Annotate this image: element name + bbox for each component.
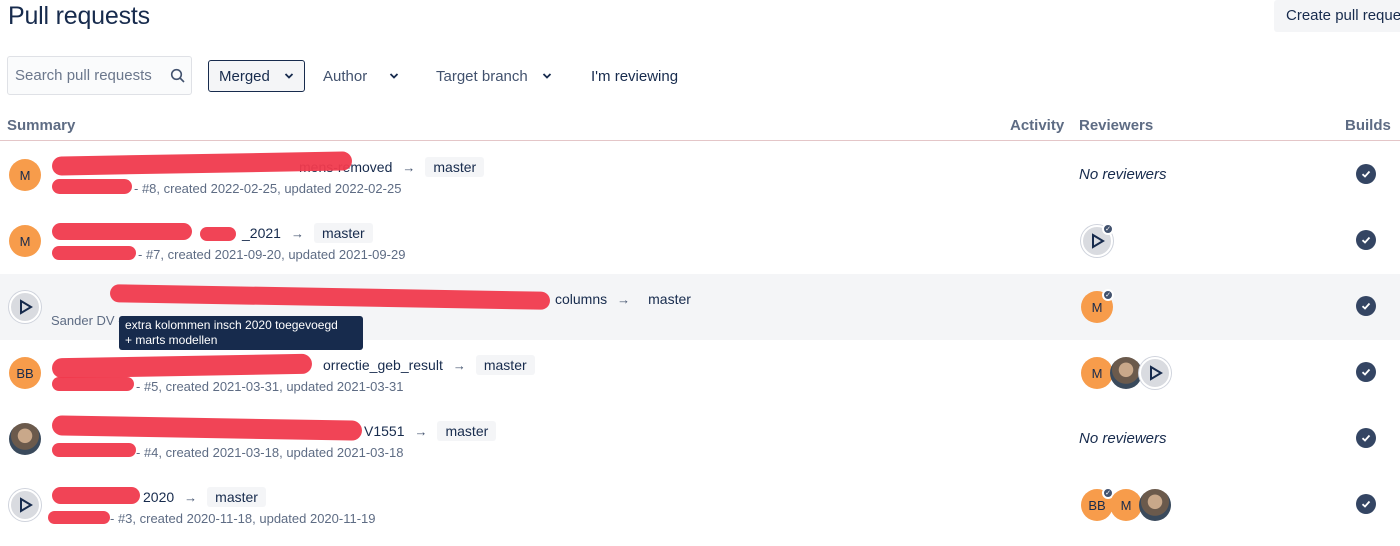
- search-input[interactable]: [15, 67, 165, 84]
- play-icon: [1092, 233, 1105, 249]
- approved-check-icon: ✓: [1102, 223, 1114, 235]
- im-reviewing-filter[interactable]: I'm reviewing: [591, 60, 678, 92]
- build-success-icon[interactable]: [1356, 296, 1376, 316]
- search-field[interactable]: [7, 56, 192, 95]
- no-reviewers-label: No reviewers: [1079, 430, 1167, 447]
- author-avatar[interactable]: [9, 291, 41, 323]
- chevron-down-icon: [390, 73, 399, 79]
- pull-request-row[interactable]: V1551 → master - #4, created 2021-03-18,…: [0, 406, 1400, 472]
- pr-meta: - #4, created 2021-03-18, updated 2021-0…: [136, 445, 404, 460]
- author-avatar-photo[interactable]: [9, 423, 41, 455]
- author-filter-label: Author: [323, 67, 368, 85]
- redaction-mark: [52, 246, 136, 260]
- arrow-right-icon: →: [402, 159, 416, 175]
- tooltip-line: extra kolommen insch 2020 toegevoegd: [125, 318, 338, 332]
- build-success-icon[interactable]: [1356, 230, 1376, 250]
- build-success-icon[interactable]: [1356, 494, 1376, 514]
- pull-request-row[interactable]: M mens-removed → master - #8, created 20…: [0, 142, 1400, 208]
- arrow-right-icon: →: [184, 489, 198, 505]
- no-reviewers-label: No reviewers: [1079, 166, 1167, 183]
- column-summary: Summary: [7, 117, 76, 134]
- redaction-mark: [52, 377, 134, 391]
- header-divider: [0, 140, 1400, 141]
- reviewer-avatar[interactable]: M: [1081, 357, 1113, 389]
- approved-check-icon: ✓: [1102, 289, 1114, 301]
- source-branch: orrectie_geb_result: [323, 357, 443, 373]
- target-branch: master: [475, 355, 535, 375]
- chevron-down-icon: [542, 73, 551, 79]
- pull-request-row[interactable]: 2020 → master - #3, created 2020-11-18, …: [0, 472, 1400, 538]
- target-branch: master: [437, 421, 497, 441]
- source-branch: 2020: [143, 489, 175, 505]
- column-reviewers: Reviewers: [1079, 117, 1154, 134]
- pr-meta: - #5, created 2021-03-31, updated 2021-0…: [136, 379, 404, 394]
- author-avatar[interactable]: BB: [9, 357, 41, 389]
- redaction-mark: [52, 223, 192, 240]
- author-avatar[interactable]: M: [9, 159, 41, 191]
- search-icon[interactable]: [170, 68, 186, 84]
- build-success-icon[interactable]: [1356, 164, 1376, 184]
- column-builds: Builds: [1345, 117, 1391, 134]
- play-icon: [20, 497, 33, 513]
- build-success-icon[interactable]: [1356, 362, 1376, 382]
- target-branch: master: [640, 289, 699, 309]
- redaction-mark: [200, 227, 236, 241]
- target-branch-filter-label: Target branch: [436, 67, 528, 85]
- chevron-down-icon: [284, 73, 293, 79]
- pull-request-row[interactable]: M _2021 → master - #7, created 2021-09-2…: [0, 208, 1400, 274]
- source-branch: columns: [555, 291, 608, 307]
- play-icon: [20, 299, 33, 315]
- column-activity: Activity: [1010, 117, 1065, 134]
- target-branch: master: [207, 487, 266, 507]
- redaction-mark: [48, 511, 110, 524]
- target-branch: master: [425, 157, 485, 177]
- build-success-icon[interactable]: [1356, 428, 1376, 448]
- status-filter-label: Merged: [219, 67, 270, 85]
- redaction-mark: [52, 179, 132, 194]
- pr-title-tooltip: extra kolommen insch 2020 toegevoegd + m…: [119, 316, 363, 350]
- status-filter[interactable]: Merged: [208, 60, 305, 92]
- author-filter[interactable]: Author: [323, 60, 399, 92]
- source-branch: _2021: [242, 225, 281, 241]
- page-title: Pull requests: [8, 2, 150, 30]
- tooltip-line: + marts modellen: [125, 333, 218, 347]
- reviewer-avatar-photo[interactable]: [1110, 357, 1142, 389]
- arrow-right-icon: →: [452, 357, 466, 373]
- play-icon: [1150, 365, 1163, 381]
- create-pull-request-button[interactable]: Create pull reque: [1274, 0, 1400, 32]
- reviewer-avatar-photo[interactable]: [1139, 489, 1171, 521]
- redaction-mark: [52, 487, 140, 504]
- pr-meta: Sander DV -: [51, 313, 123, 328]
- pr-meta: - #8, created 2022-02-25, updated 2022-0…: [134, 181, 402, 196]
- source-branch: V1551: [364, 423, 405, 439]
- target-branch: master: [313, 223, 373, 243]
- reviewer-avatar[interactable]: [1139, 357, 1171, 389]
- target-branch-filter[interactable]: Target branch: [436, 60, 552, 92]
- arrow-right-icon: →: [414, 423, 428, 439]
- pr-meta: - #3, created 2020-11-18, updated 2020-1…: [110, 511, 376, 526]
- redaction-mark: [52, 443, 136, 457]
- arrow-right-icon: →: [290, 225, 304, 241]
- author-avatar[interactable]: [9, 489, 41, 521]
- author-avatar[interactable]: M: [9, 225, 41, 257]
- arrow-right-icon: →: [617, 291, 631, 307]
- reviewer-avatar[interactable]: M: [1110, 489, 1142, 521]
- pr-meta: - #7, created 2021-09-20, updated 2021-0…: [138, 247, 406, 262]
